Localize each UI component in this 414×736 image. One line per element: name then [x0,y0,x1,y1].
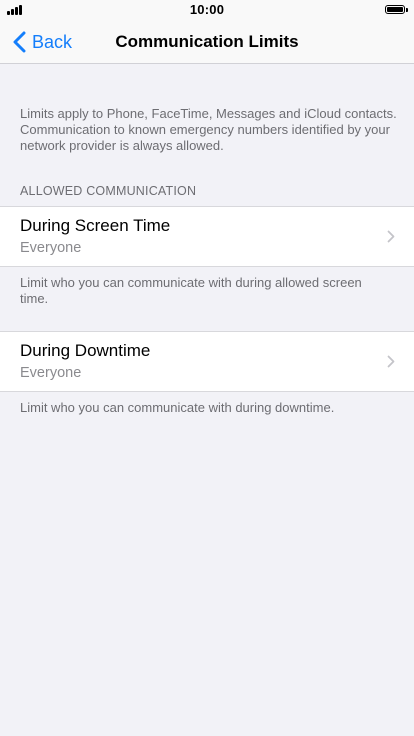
page-title: Communication Limits [115,32,299,51]
downtime-footer: Limit who you can communicate with durin… [20,400,335,415]
intro-description: Limits apply to Phone, FaceTime, Message… [20,106,397,153]
row-value: Everyone [20,240,82,256]
during-downtime-row[interactable]: During Downtime Everyone [0,331,414,392]
battery-tip [406,8,408,12]
battery-icon [385,5,405,14]
during-screen-time-row[interactable]: During Screen Time Everyone [0,206,414,267]
chevron-right-icon [387,230,395,243]
screen-time-footer: Limit who you can communicate with durin… [20,275,362,306]
section-header-allowed-communication: ALLOWED COMMUNICATION [20,184,197,198]
row-title: During Downtime [20,341,151,360]
row-title: During Screen Time [20,216,171,235]
navigation-bar: Back Communication Limits [0,20,414,64]
status-time: 10:00 [189,2,225,17]
status-bar: 10:00 [0,0,414,20]
chevron-right-icon [387,355,395,368]
row-value: Everyone [20,365,82,381]
